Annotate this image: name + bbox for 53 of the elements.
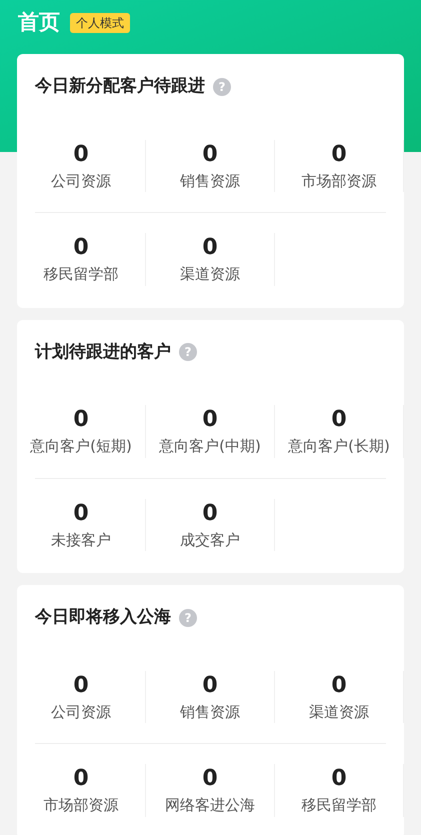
- stat-label: 意向客户(长期): [288, 436, 390, 457]
- stat-cell[interactable]: 0 成交客户: [146, 498, 275, 551]
- stat-cell[interactable]: 0 移民留学部: [275, 764, 404, 816]
- stat-label: 未接客户: [51, 530, 111, 550]
- stat-label: 成交客户: [180, 530, 240, 550]
- stat-label: 公司资源: [51, 170, 111, 192]
- stat-label: 市场部资源: [44, 795, 118, 816]
- stat-label: 意向客户(短期): [30, 436, 132, 457]
- stat-value: 0: [202, 672, 218, 700]
- section-title: 今日即将移入公海: [35, 606, 171, 629]
- stat-value: 0: [73, 406, 89, 434]
- stat-label: 销售资源: [180, 702, 240, 722]
- stat-cell[interactable]: 0 意向客户(长期): [275, 405, 404, 458]
- stat-value: 0: [73, 672, 89, 700]
- stat-label: 移民留学部: [44, 264, 118, 285]
- stat-value: 0: [73, 765, 89, 793]
- stat-value: 0: [202, 406, 218, 434]
- stat-value: 0: [331, 765, 347, 793]
- stat-value: 0: [73, 500, 89, 528]
- stat-value: 0: [202, 234, 218, 262]
- stat-value: 0: [331, 672, 347, 700]
- stat-cell[interactable]: 0 市场部资源: [17, 764, 146, 816]
- section-title: 今日新分配客户待跟进: [35, 75, 205, 98]
- stat-value: 0: [331, 140, 347, 168]
- stat-value: 0: [331, 406, 347, 434]
- stat-label: 渠道资源: [309, 702, 369, 722]
- stat-value: 0: [73, 140, 89, 168]
- mode-badge: 个人模式: [70, 13, 130, 33]
- stat-cell[interactable]: 0 未接客户: [17, 498, 146, 551]
- stat-cell[interactable]: 0 网络客进公海: [146, 764, 275, 816]
- stat-value: 0: [73, 234, 89, 262]
- stat-cell[interactable]: 0 公司资源: [17, 140, 146, 192]
- stat-cell[interactable]: 0 销售资源: [146, 140, 275, 192]
- stat-cell[interactable]: 0 移民留学部: [17, 233, 146, 286]
- stat-value: 0: [202, 765, 218, 793]
- stat-cell[interactable]: 0 市场部资源: [275, 140, 404, 192]
- stat-cell[interactable]: 0 销售资源: [146, 670, 275, 723]
- stat-label: 公司资源: [51, 702, 111, 722]
- stat-label: 渠道资源: [180, 264, 240, 285]
- stat-value: 0: [202, 140, 218, 168]
- stat-label: 市场部资源: [302, 170, 376, 192]
- stat-label: 意向客户(中期): [159, 436, 261, 457]
- stat-cell[interactable]: 0 意向客户(短期): [17, 405, 146, 458]
- stat-cell[interactable]: 0 意向客户(中期): [146, 405, 275, 458]
- stat-label: 销售资源: [180, 170, 240, 192]
- page-title: 首页: [18, 9, 60, 36]
- stat-cell[interactable]: 0 公司资源: [17, 670, 146, 723]
- stat-cell[interactable]: 0 渠道资源: [275, 670, 404, 723]
- stat-label: 网络客进公海: [165, 795, 255, 816]
- section-title: 计划待跟进的客户: [35, 340, 171, 364]
- stat-label: 移民留学部: [302, 795, 376, 816]
- stat-cell[interactable]: 0 渠道资源: [146, 233, 275, 286]
- stat-value: 0: [202, 500, 218, 528]
